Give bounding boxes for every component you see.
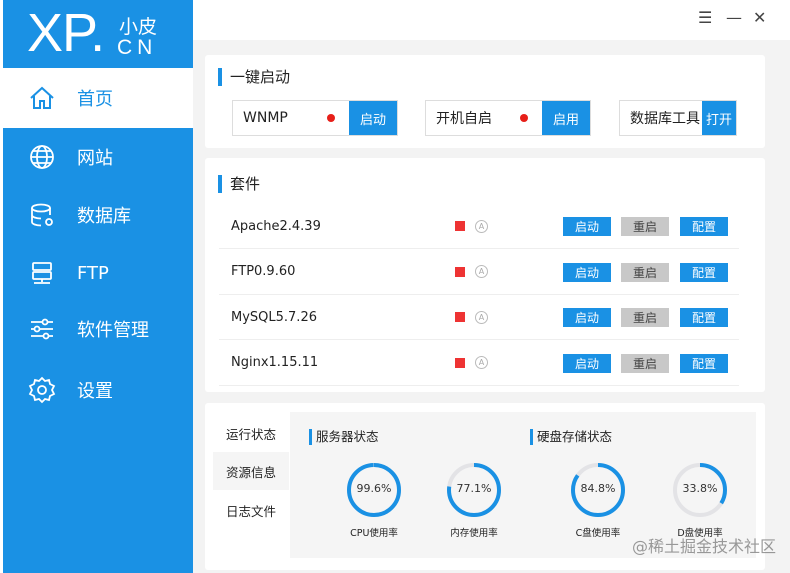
sidebar-item-label: 数据库 bbox=[77, 206, 131, 227]
quick-dbtool: 数据库工具 打开 bbox=[619, 100, 737, 136]
logo-bottom: CN bbox=[117, 36, 158, 59]
autostart-icon[interactable]: A bbox=[475, 310, 488, 324]
suite-name: Nginx1.15.11 bbox=[231, 355, 319, 370]
status-indicator bbox=[455, 312, 465, 322]
gauge-label: 内存使用率 bbox=[450, 528, 498, 539]
start-button[interactable]: 启动 bbox=[563, 308, 611, 327]
tab-log-files[interactable]: 日志文件 bbox=[213, 491, 289, 529]
sidebar-item-label: 网站 bbox=[77, 148, 113, 169]
gauge-value: 84.8% bbox=[580, 482, 616, 495]
restart-button[interactable]: 重启 bbox=[621, 217, 669, 236]
usage-gauge: 99.6% CPU使用率 bbox=[329, 460, 419, 539]
gauge-label: CPU使用率 bbox=[350, 528, 398, 539]
enable-autostart-button[interactable]: 启用 bbox=[542, 101, 590, 135]
disk-status-title: 硬盘存储状态 bbox=[530, 429, 612, 445]
globe-icon bbox=[27, 142, 57, 172]
status-dot bbox=[327, 114, 335, 122]
start-button[interactable]: 启动 bbox=[563, 262, 611, 282]
sidebar-item-database[interactable]: 数据库 bbox=[3, 186, 193, 244]
restart-button[interactable]: 重启 bbox=[621, 353, 669, 373]
section-title: 一键启动 bbox=[218, 68, 290, 86]
section-title: 套件 bbox=[218, 175, 260, 193]
sidebar-item-label: FTP bbox=[77, 262, 109, 284]
logo-top: 小皮 bbox=[119, 16, 158, 38]
server-icon bbox=[27, 258, 57, 288]
config-button[interactable]: 配置 bbox=[680, 308, 728, 327]
config-button[interactable]: 配置 bbox=[680, 262, 728, 282]
restart-button[interactable]: 重启 bbox=[621, 262, 669, 282]
minimize-button[interactable]: — bbox=[726, 8, 742, 27]
title-bar: ☰ — ✕ bbox=[193, 0, 790, 40]
main-area: ☰ — ✕ 一键启动 WNMP 启动 开机自启 启用 数据库工具 打开 套件 A… bbox=[193, 0, 790, 573]
gauge-value: 33.8% bbox=[682, 482, 718, 495]
sidebar-item-ftp[interactable]: FTP bbox=[3, 244, 193, 302]
suite-card: 套件 Apache2.4.39 A 启动 重启 配置 FTP0.9.60 A 启… bbox=[205, 158, 765, 392]
suite-name: FTP0.9.60 bbox=[231, 264, 296, 279]
sidebar-item-settings[interactable]: 设置 bbox=[3, 361, 193, 419]
sidebar-item-label: 软件管理 bbox=[77, 320, 149, 341]
gauge-value: 77.1% bbox=[456, 482, 492, 495]
autostart-icon[interactable]: A bbox=[475, 356, 488, 369]
quick-wnmp: WNMP 启动 bbox=[232, 100, 398, 136]
logo-main: XP. bbox=[27, 3, 105, 63]
quick-label: 数据库工具 bbox=[630, 111, 700, 127]
watermark: @稀土掘金技术社区 bbox=[631, 537, 776, 556]
usage-gauge: 77.1% 内存使用率 bbox=[429, 460, 519, 539]
usage-gauge: 33.8% D盘使用率 bbox=[655, 460, 745, 539]
autostart-icon[interactable]: A bbox=[475, 265, 488, 278]
gear-icon bbox=[27, 375, 57, 405]
start-button[interactable]: 启动 bbox=[563, 217, 611, 236]
close-button[interactable]: ✕ bbox=[753, 8, 766, 27]
quick-label: WNMP bbox=[243, 110, 288, 126]
status-indicator bbox=[455, 266, 465, 277]
sidebar-item-label: 设置 bbox=[77, 381, 113, 402]
quick-autostart: 开机自启 启用 bbox=[425, 100, 591, 136]
sidebar: XP. 小皮 CN 首页 网站 数据库 FTP 软件管理 设置 bbox=[3, 0, 193, 573]
sidebar-item-website[interactable]: 网站 bbox=[3, 128, 193, 186]
gauge-label: C盘使用率 bbox=[575, 528, 621, 539]
gauge-value: 99.6% bbox=[356, 482, 392, 495]
autostart-icon[interactable]: A bbox=[475, 219, 488, 233]
tab-resource-info[interactable]: 资源信息 bbox=[213, 452, 289, 490]
sidebar-item-software[interactable]: 软件管理 bbox=[3, 300, 193, 358]
database-icon bbox=[27, 200, 57, 230]
usage-gauge: 84.8% C盘使用率 bbox=[553, 460, 643, 539]
status-indicator bbox=[455, 221, 465, 231]
status-dot bbox=[520, 114, 528, 122]
server-status-title: 服务器状态 bbox=[309, 429, 379, 445]
quickstart-card: 一键启动 WNMP 启动 开机自启 启用 数据库工具 打开 bbox=[205, 55, 765, 148]
restart-button[interactable]: 重启 bbox=[621, 308, 669, 327]
home-icon bbox=[27, 83, 57, 113]
status-indicator bbox=[455, 357, 465, 368]
start-wnmp-button[interactable]: 启动 bbox=[349, 101, 397, 135]
config-button[interactable]: 配置 bbox=[680, 217, 728, 236]
logo: XP. 小皮 CN bbox=[3, 0, 193, 68]
sidebar-item-label: 首页 bbox=[77, 89, 113, 110]
sliders-icon bbox=[27, 314, 57, 344]
sidebar-item-home[interactable]: 首页 bbox=[3, 68, 193, 128]
quick-label: 开机自启 bbox=[436, 111, 492, 127]
suite-name: Apache2.4.39 bbox=[231, 218, 321, 234]
suite-name: MySQL5.7.26 bbox=[231, 309, 317, 325]
tab-running-status[interactable]: 运行状态 bbox=[213, 414, 289, 452]
config-button[interactable]: 配置 bbox=[680, 353, 728, 373]
open-dbtool-button[interactable]: 打开 bbox=[702, 101, 736, 135]
start-button[interactable]: 启动 bbox=[563, 353, 611, 373]
menu-button[interactable]: ☰ bbox=[698, 8, 712, 27]
